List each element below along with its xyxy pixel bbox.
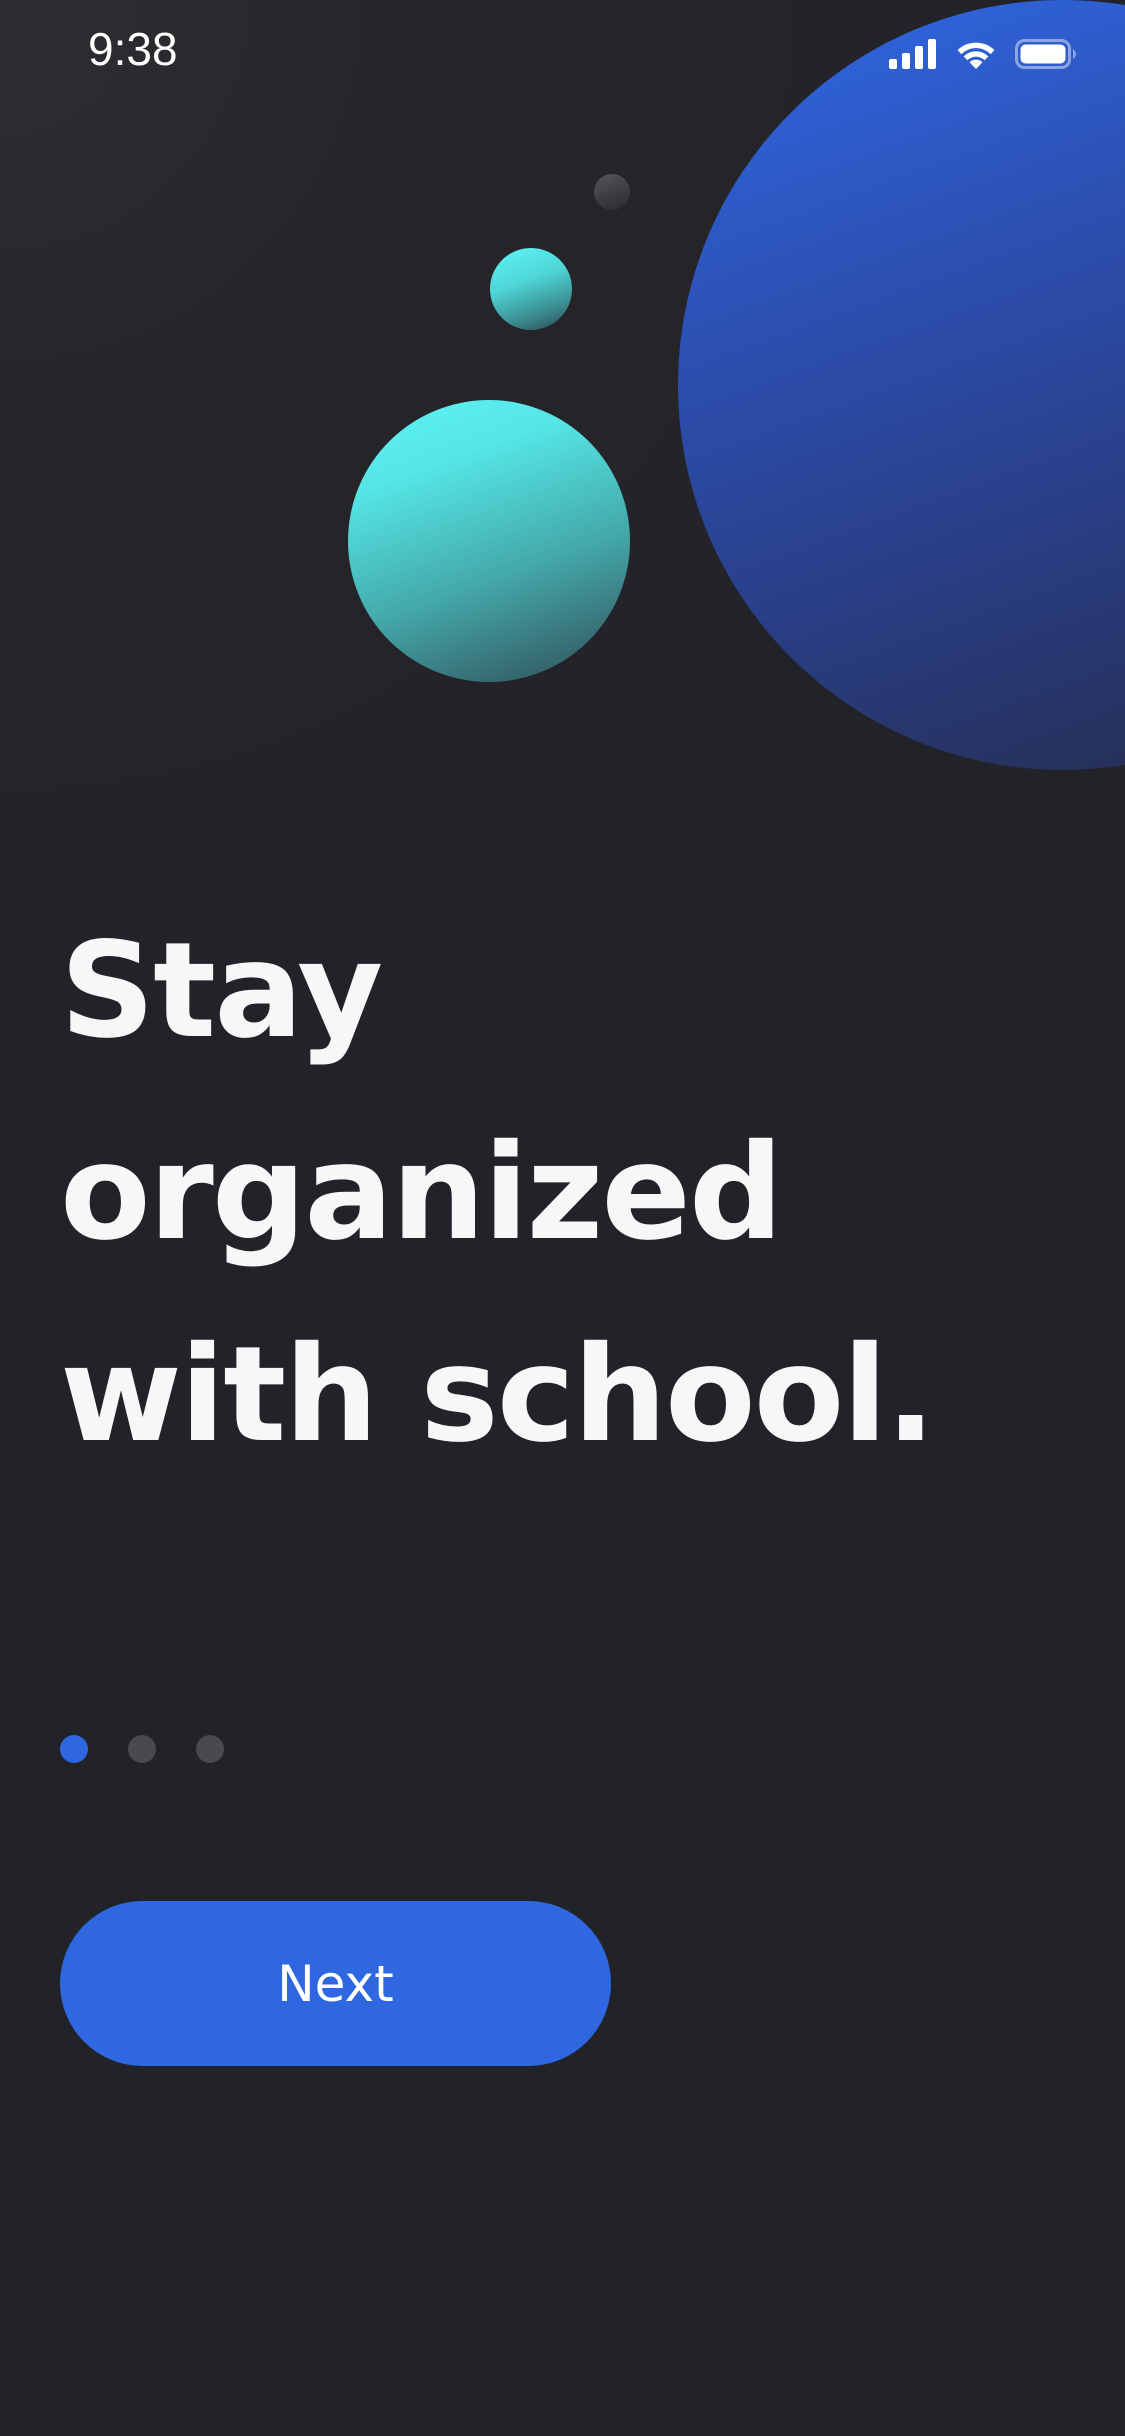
onboarding-screen: 9:38 Stay organized with school. Next <box>0 0 1125 2436</box>
small-teal-planet-graphic <box>490 248 572 330</box>
battery-icon <box>1015 39 1077 69</box>
onboarding-headline: Stay organized with school. <box>60 890 1060 1496</box>
status-icons <box>889 36 1077 72</box>
page-dot-2[interactable] <box>128 1735 156 1763</box>
headline-line: Stay <box>60 914 383 1068</box>
page-dot-3[interactable] <box>196 1735 224 1763</box>
page-indicator <box>60 1735 224 1763</box>
headline-line: with school. <box>60 1318 936 1472</box>
status-time: 9:38 <box>88 23 178 75</box>
grey-moon-graphic <box>594 174 630 210</box>
next-button[interactable]: Next <box>60 1901 611 2066</box>
page-dot-1[interactable] <box>60 1735 88 1763</box>
status-bar: 9:38 <box>0 0 1125 110</box>
blue-planet-graphic <box>678 0 1125 770</box>
wifi-icon <box>955 38 997 70</box>
headline-line: organized <box>60 1116 783 1270</box>
signal-icon <box>889 39 937 69</box>
large-teal-planet-graphic <box>348 400 630 682</box>
